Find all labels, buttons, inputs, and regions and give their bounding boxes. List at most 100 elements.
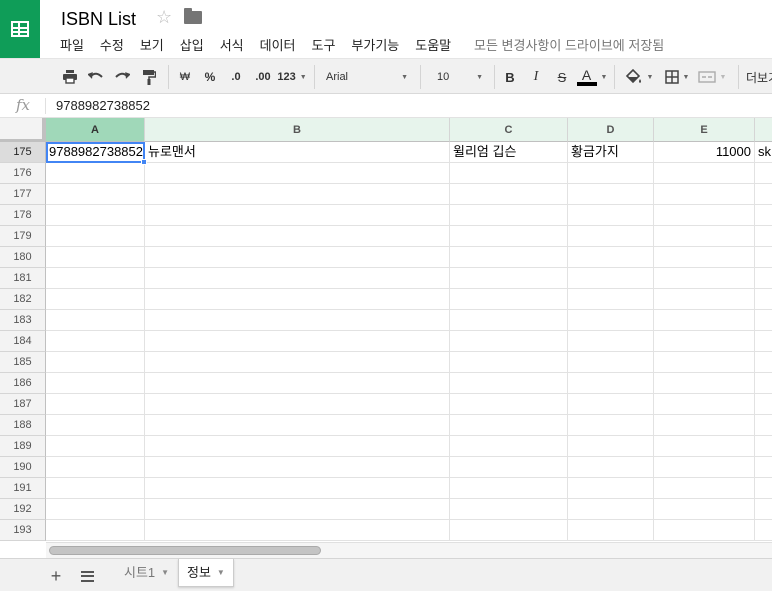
cell-b175[interactable]: 뉴로맨서	[145, 142, 450, 163]
cell-a188[interactable]	[46, 415, 145, 436]
cell-d186[interactable]	[568, 373, 654, 394]
column-header-e[interactable]: E	[654, 118, 755, 142]
cell-f185[interactable]	[755, 352, 772, 373]
row-header-191[interactable]: 191	[0, 478, 46, 499]
row-header-177[interactable]: 177	[0, 184, 46, 205]
menu-view[interactable]: 보기	[132, 36, 172, 56]
row-header-175[interactable]: 175	[0, 142, 46, 163]
cell-c184[interactable]	[450, 331, 568, 352]
cell-b183[interactable]	[145, 310, 450, 331]
cell-d184[interactable]	[568, 331, 654, 352]
cell-d181[interactable]	[568, 268, 654, 289]
cell-f191[interactable]	[755, 478, 772, 499]
menu-tools[interactable]: 도구	[304, 36, 344, 56]
cell-f183[interactable]	[755, 310, 772, 331]
italic-button[interactable]: I	[527, 64, 545, 90]
cell-f184[interactable]	[755, 331, 772, 352]
cell-c187[interactable]	[450, 394, 568, 415]
cell-a193[interactable]	[46, 520, 145, 541]
cell-e186[interactable]	[654, 373, 755, 394]
cell-a176[interactable]	[46, 163, 145, 184]
cell-f177[interactable]	[755, 184, 772, 205]
row-header-182[interactable]: 182	[0, 289, 46, 310]
cell-e185[interactable]	[654, 352, 755, 373]
cell-a177[interactable]	[46, 184, 145, 205]
cell-c192[interactable]	[450, 499, 568, 520]
cell-c188[interactable]	[450, 415, 568, 436]
cell-e182[interactable]	[654, 289, 755, 310]
cell-e191[interactable]	[654, 478, 755, 499]
cell-b190[interactable]	[145, 457, 450, 478]
cell-e175[interactable]: 11000	[654, 142, 755, 163]
column-header-b[interactable]: B	[145, 118, 450, 142]
scrollbar-thumb[interactable]	[49, 546, 321, 555]
cell-b189[interactable]	[145, 436, 450, 457]
cell-d183[interactable]	[568, 310, 654, 331]
percent-format-button[interactable]: %	[201, 64, 219, 90]
cell-c186[interactable]	[450, 373, 568, 394]
cell-b187[interactable]	[145, 394, 450, 415]
row-header-188[interactable]: 188	[0, 415, 46, 436]
cell-d190[interactable]	[568, 457, 654, 478]
cell-d189[interactable]	[568, 436, 654, 457]
cell-e187[interactable]	[654, 394, 755, 415]
menu-insert[interactable]: 삽입	[172, 36, 212, 56]
row-header-180[interactable]: 180	[0, 247, 46, 268]
row-header-192[interactable]: 192	[0, 499, 46, 520]
cell-b193[interactable]	[145, 520, 450, 541]
merge-cells-button[interactable]: ▼	[696, 64, 728, 90]
cell-b176[interactable]	[145, 163, 450, 184]
row-header-189[interactable]: 189	[0, 436, 46, 457]
sheets-logo[interactable]	[0, 0, 40, 58]
cell-e177[interactable]	[654, 184, 755, 205]
print-icon[interactable]	[60, 64, 80, 90]
sheet-tab-2[interactable]: 정보 ▼	[178, 559, 234, 587]
cell-b178[interactable]	[145, 205, 450, 226]
row-header-178[interactable]: 178	[0, 205, 46, 226]
row-header-187[interactable]: 187	[0, 394, 46, 415]
cell-a178[interactable]	[46, 205, 145, 226]
bold-button[interactable]: B	[501, 64, 519, 90]
sheet-tab-1[interactable]: 시트1 ▼	[116, 559, 177, 587]
cell-a192[interactable]	[46, 499, 145, 520]
cell-c191[interactable]	[450, 478, 568, 499]
cell-b188[interactable]	[145, 415, 450, 436]
cell-f192[interactable]	[755, 499, 772, 520]
cell-c177[interactable]	[450, 184, 568, 205]
cell-c175[interactable]: 윌리엄 깁슨	[450, 142, 568, 163]
undo-icon[interactable]	[86, 64, 106, 90]
cell-d193[interactable]	[568, 520, 654, 541]
row-header-185[interactable]: 185	[0, 352, 46, 373]
cell-c193[interactable]	[450, 520, 568, 541]
paint-format-icon[interactable]	[138, 64, 160, 90]
cell-d188[interactable]	[568, 415, 654, 436]
cell-a175[interactable]: 9788982738852	[46, 142, 145, 163]
star-icon[interactable]: ☆	[156, 7, 172, 28]
cell-a185[interactable]	[46, 352, 145, 373]
fill-color-button[interactable]: ▼	[622, 64, 656, 90]
cell-f187[interactable]	[755, 394, 772, 415]
cell-e189[interactable]	[654, 436, 755, 457]
cell-e190[interactable]	[654, 457, 755, 478]
chevron-down-icon[interactable]: ▼	[161, 559, 169, 587]
cell-f188[interactable]	[755, 415, 772, 436]
chevron-down-icon[interactable]: ▼	[217, 559, 225, 587]
cell-b181[interactable]	[145, 268, 450, 289]
menu-data[interactable]: 데이터	[252, 36, 304, 56]
all-sheets-button[interactable]	[75, 565, 99, 587]
cell-e183[interactable]	[654, 310, 755, 331]
cell-d187[interactable]	[568, 394, 654, 415]
formula-input[interactable]: 9788982738852	[56, 98, 150, 114]
cell-d191[interactable]	[568, 478, 654, 499]
row-header-183[interactable]: 183	[0, 310, 46, 331]
cell-d182[interactable]	[568, 289, 654, 310]
column-header-f[interactable]	[755, 118, 772, 142]
cell-c178[interactable]	[450, 205, 568, 226]
decrease-decimal-button[interactable]: .0	[225, 64, 247, 90]
row-header-186[interactable]: 186	[0, 373, 46, 394]
currency-format-button[interactable]: ₩	[176, 64, 194, 90]
cell-d192[interactable]	[568, 499, 654, 520]
cell-a186[interactable]	[46, 373, 145, 394]
row-header-179[interactable]: 179	[0, 226, 46, 247]
cell-a191[interactable]	[46, 478, 145, 499]
